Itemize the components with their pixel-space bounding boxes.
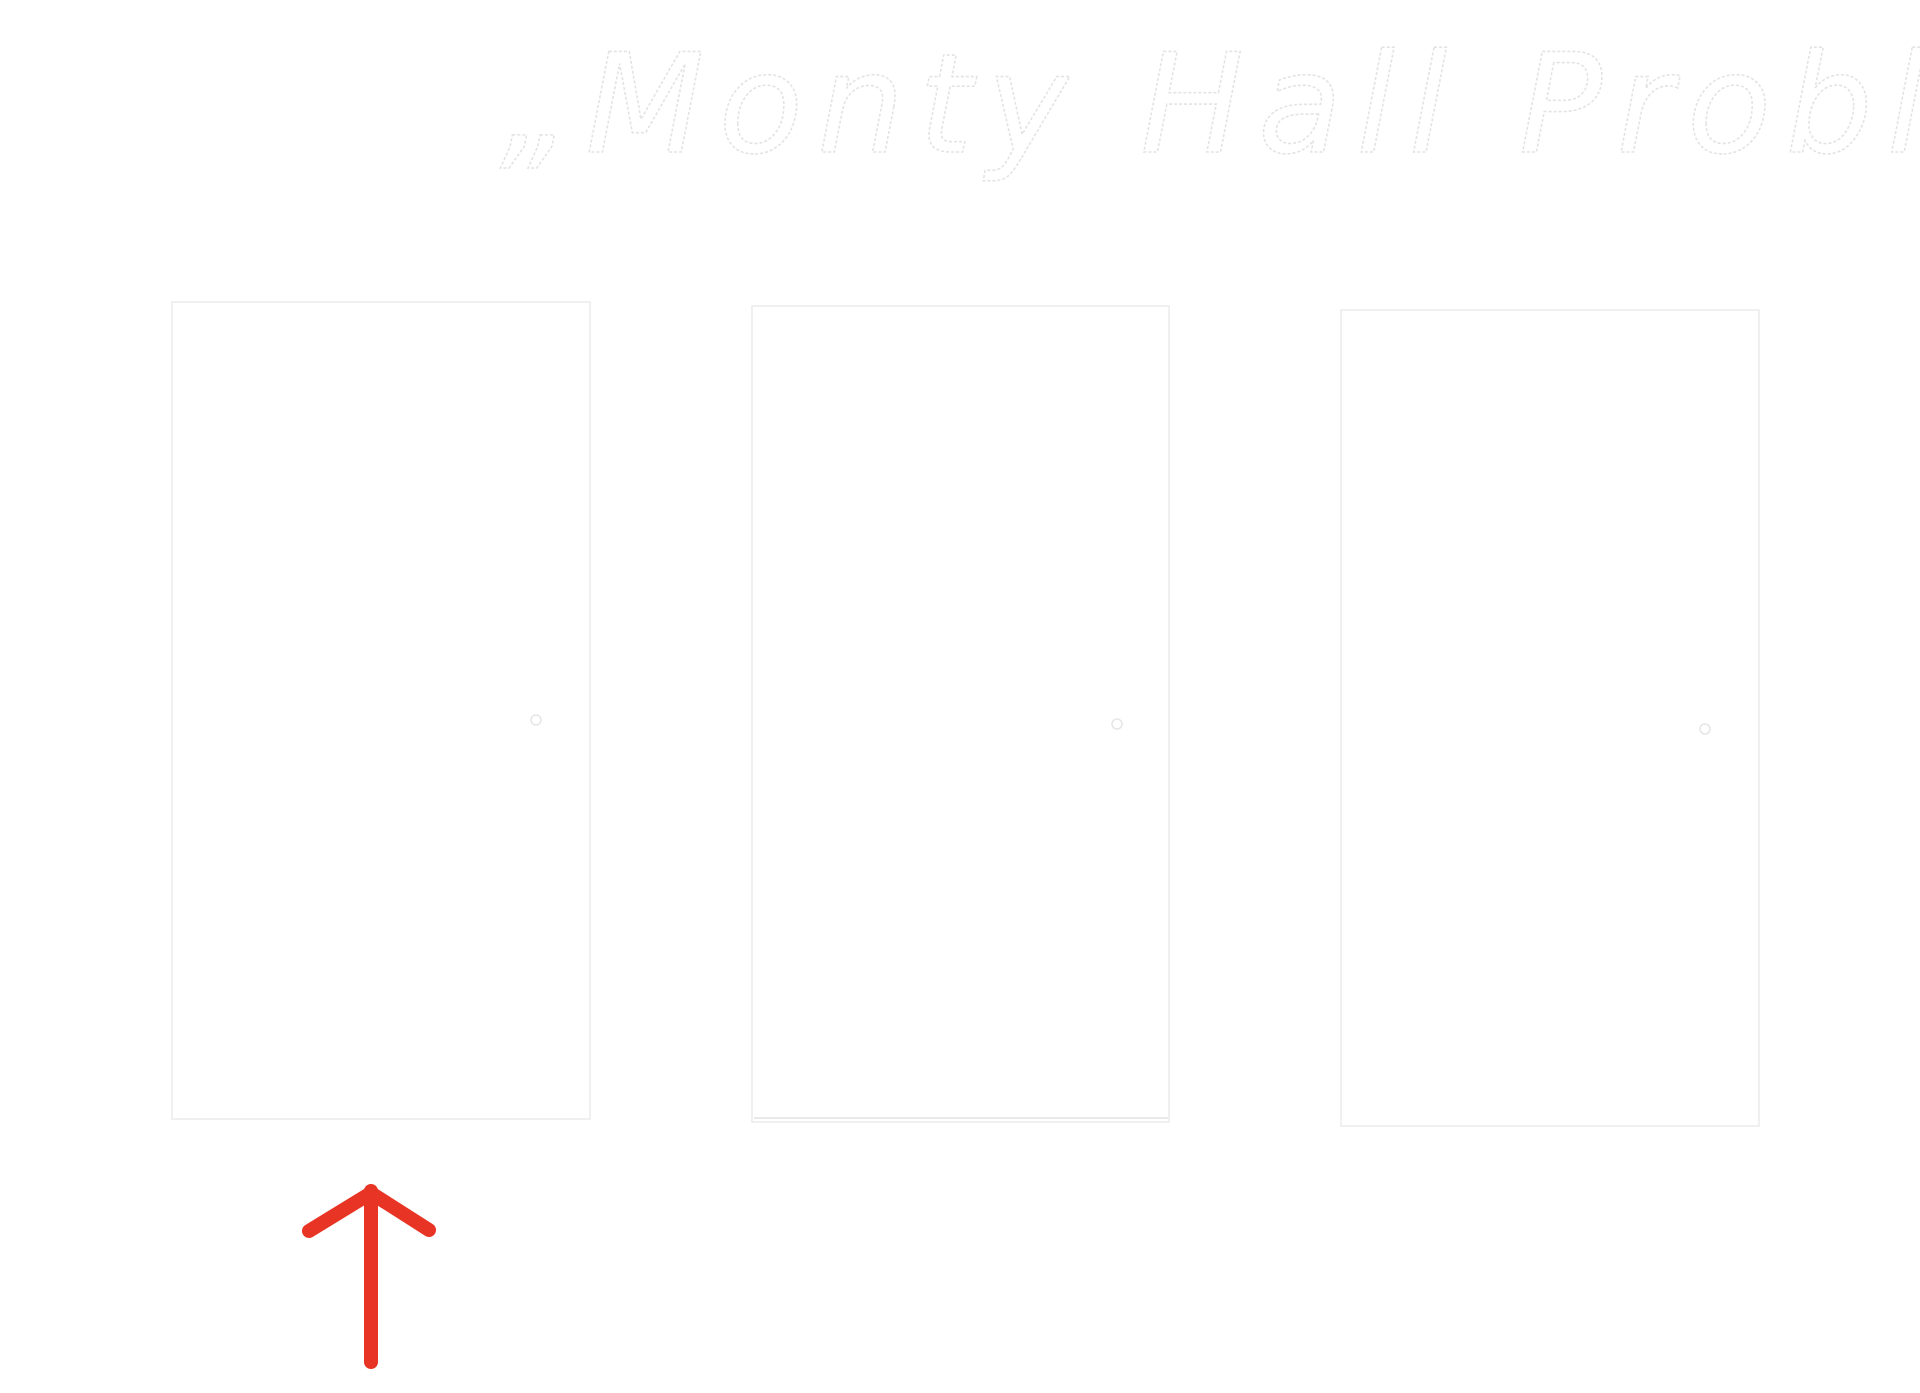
door-2-panel[interactable]: [751, 305, 1170, 1123]
arrow-up-icon: [302, 1184, 436, 1369]
door-2[interactable]: [751, 305, 1170, 1123]
title: „Monty Hall Problem“: [499, 23, 1920, 186]
whiteboard-canvas: „Monty Hall Problem“: [171, 23, 1920, 1369]
door-3-panel[interactable]: [1340, 309, 1760, 1127]
door-1[interactable]: [171, 301, 591, 1120]
door-3[interactable]: [1340, 309, 1760, 1127]
title-text: „Monty Hall Problem“: [500, 24, 1920, 185]
door-1-panel[interactable]: [171, 301, 591, 1120]
